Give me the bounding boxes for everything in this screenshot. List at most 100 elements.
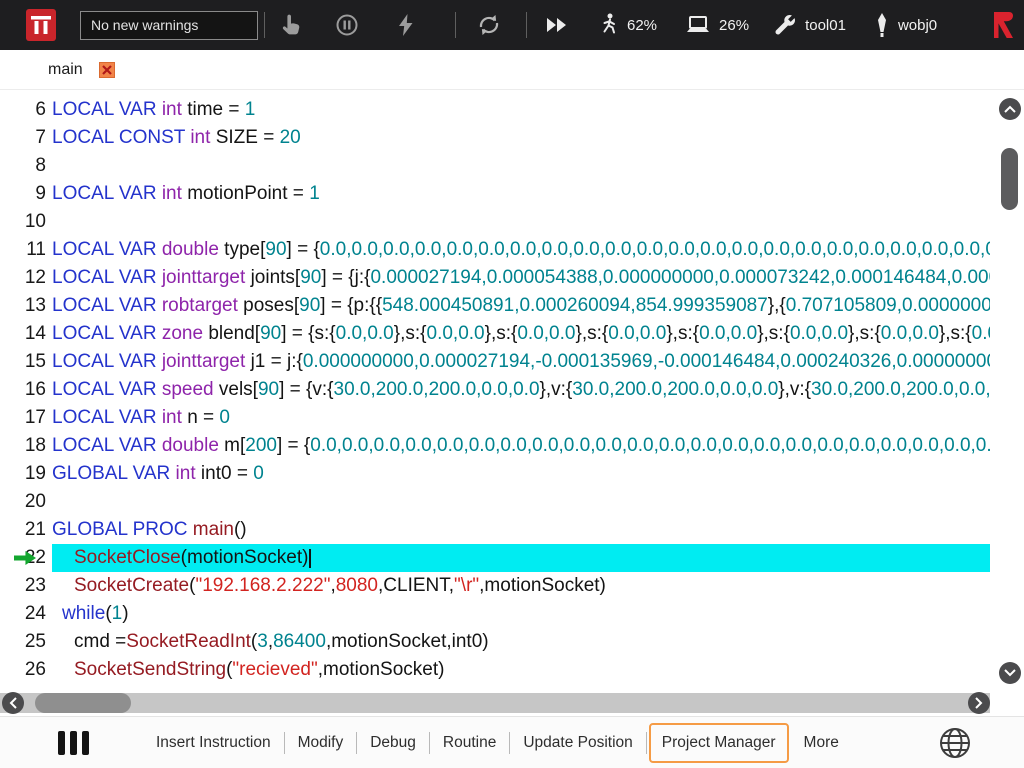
code-line-7[interactable]: 7LOCAL CONST int SIZE = 20 (0, 124, 1024, 152)
code-line-24[interactable]: 24while(1) (0, 600, 1024, 628)
code-line-20[interactable]: 20 (0, 488, 1024, 516)
code-line-text: LOCAL VAR int time = 1 (52, 96, 990, 124)
line-number: 24 (0, 600, 52, 628)
language-globe-icon[interactable] (938, 726, 972, 760)
line-number: 21 (0, 516, 52, 544)
close-icon (102, 65, 112, 75)
line-number: 17 (0, 404, 52, 432)
pause-icon[interactable] (335, 13, 359, 37)
line-number: 9 (0, 180, 52, 208)
line-number: 8 (0, 152, 52, 180)
code-line-text: LOCAL VAR int n = 0 (52, 404, 990, 432)
code-line-19[interactable]: 19GLOBAL VAR int int0 = 0 (0, 460, 1024, 488)
topbar-divider (455, 12, 456, 38)
scroll-right-button[interactable] (968, 692, 990, 714)
topbar-divider (526, 12, 527, 38)
home-logo-icon[interactable] (26, 9, 56, 41)
warnings-box[interactable]: No new warnings (80, 11, 258, 40)
code-line-12[interactable]: 12LOCAL VAR jointtarget joints[90] = {j:… (0, 264, 1024, 292)
code-line-18[interactable]: 18LOCAL VAR double m[200] = {0.0,0.0,0.0… (0, 432, 1024, 460)
line-number: 14 (0, 320, 52, 348)
vertical-scrollbar[interactable] (998, 90, 1022, 690)
chevron-down-icon (1004, 669, 1016, 677)
code-line-text: LOCAL VAR robtarget poses[90] = {p:{{548… (52, 292, 990, 320)
power-bolt-icon[interactable] (397, 13, 415, 37)
code-line-13[interactable]: 13LOCAL VAR robtarget poses[90] = {p:{{5… (0, 292, 1024, 320)
scroll-left-button[interactable] (2, 692, 24, 714)
tool-value: tool01 (805, 17, 846, 34)
loop-mode-icon[interactable] (476, 14, 502, 36)
columns-menu-icon[interactable] (58, 731, 89, 755)
tool-selector[interactable]: tool01 (773, 13, 846, 37)
code-line-text (52, 152, 990, 180)
walking-person-icon (599, 12, 619, 38)
hand-jog-icon[interactable] (281, 13, 303, 37)
horizontal-scrollbar-thumb[interactable] (35, 693, 131, 713)
fast-forward-icon[interactable] (545, 16, 569, 34)
scroll-up-button[interactable] (999, 98, 1021, 120)
toolbar-divider (646, 732, 647, 754)
bottom-toolbar-items: Insert InstructionModifyDebugRoutineUpda… (143, 723, 852, 763)
code-line-11[interactable]: 11LOCAL VAR double type[90] = {0.0,0.0,0… (0, 236, 1024, 264)
warnings-text: No new warnings (91, 17, 198, 33)
line-number: 26 (0, 656, 52, 684)
code-line-16[interactable]: 16LOCAL VAR speed vels[90] = {v:{30.0,20… (0, 376, 1024, 404)
toolbar-button-modify[interactable]: Modify (285, 723, 357, 763)
code-line-8[interactable]: 8 (0, 152, 1024, 180)
code-line-text: cmd =SocketReadInt(3,86400,motionSocket,… (52, 628, 990, 656)
code-line-23[interactable]: 23SocketCreate("192.168.2.222",8080,CLIE… (0, 572, 1024, 600)
code-line-text (52, 488, 990, 516)
tab-main[interactable]: main (48, 61, 115, 79)
topbar-divider (264, 12, 265, 38)
code-line-22[interactable]: 22SocketClose(motionSocket) (0, 544, 1024, 572)
scroll-down-button[interactable] (999, 662, 1021, 684)
toolbar-button-update-position[interactable]: Update Position (510, 723, 645, 763)
top-status-bar: No new warnings 62% 26% tool01 (0, 0, 1024, 50)
code-lines: 6LOCAL VAR int time = 17LOCAL CONST int … (0, 96, 1024, 684)
line-number: 18 (0, 432, 52, 460)
toolbar-button-debug[interactable]: Debug (357, 723, 429, 763)
toolbar-button-routine[interactable]: Routine (430, 723, 509, 763)
toolbar-button-project-manager[interactable]: Project Manager (649, 723, 789, 763)
speed-ratio-value: 62% (627, 17, 657, 34)
code-line-21[interactable]: 21GLOBAL PROC main() (0, 516, 1024, 544)
code-line-17[interactable]: 17LOCAL VAR int n = 0 (0, 404, 1024, 432)
code-line-text: SocketSendString("recieved",motionSocket… (52, 656, 990, 684)
system-load-value: 26% (719, 17, 749, 34)
line-number: 11 (0, 236, 52, 264)
code-line-25[interactable]: 25cmd =SocketReadInt(3,86400,motionSocke… (0, 628, 1024, 656)
vertical-scrollbar-thumb[interactable] (1001, 148, 1018, 210)
code-line-text: while(1) (52, 600, 990, 628)
laptop-icon (685, 14, 711, 36)
code-line-10[interactable]: 10 (0, 208, 1024, 236)
horizontal-scrollbar-track[interactable] (0, 693, 990, 713)
tab-close-button[interactable] (99, 62, 115, 78)
code-line-15[interactable]: 15LOCAL VAR jointtarget j1 = j:{0.000000… (0, 348, 1024, 376)
horizontal-scrollbar[interactable] (0, 690, 1024, 716)
toolbar-button-insert-instruction[interactable]: Insert Instruction (143, 723, 284, 763)
code-line-text: GLOBAL VAR int int0 = 0 (52, 460, 990, 488)
code-line-text (52, 208, 990, 236)
line-number: 10 (0, 208, 52, 236)
code-line-14[interactable]: 14LOCAL VAR zone blend[90] = {s:{0.0,0.0… (0, 320, 1024, 348)
code-line-text: LOCAL VAR jointtarget joints[90] = {j:{0… (52, 264, 990, 292)
code-line-6[interactable]: 6LOCAL VAR int time = 1 (0, 96, 1024, 124)
code-line-text: LOCAL VAR double m[200] = {0.0,0.0,0.0,0… (52, 432, 990, 460)
line-number: 7 (0, 124, 52, 152)
brand-logo-icon (990, 10, 1016, 40)
line-number: 16 (0, 376, 52, 404)
line-number: 20 (0, 488, 52, 516)
code-line-text: LOCAL VAR speed vels[90] = {v:{30.0,200.… (52, 376, 990, 404)
code-line-9[interactable]: 9LOCAL VAR int motionPoint = 1 (0, 180, 1024, 208)
chevron-left-icon (9, 697, 17, 709)
workobject-selector[interactable]: wobj0 (874, 12, 937, 38)
toolbar-button-more[interactable]: More (791, 723, 852, 763)
text-caret (309, 549, 311, 568)
line-number: 25 (0, 628, 52, 656)
system-load-indicator[interactable]: 26% (685, 14, 749, 36)
chevron-right-icon (975, 697, 983, 709)
code-line-text: GLOBAL PROC main() (52, 516, 990, 544)
code-editor: 6LOCAL VAR int time = 17LOCAL CONST int … (0, 90, 1024, 690)
code-line-26[interactable]: 26SocketSendString("recieved",motionSock… (0, 656, 1024, 684)
speed-ratio-control[interactable]: 62% (599, 12, 657, 38)
